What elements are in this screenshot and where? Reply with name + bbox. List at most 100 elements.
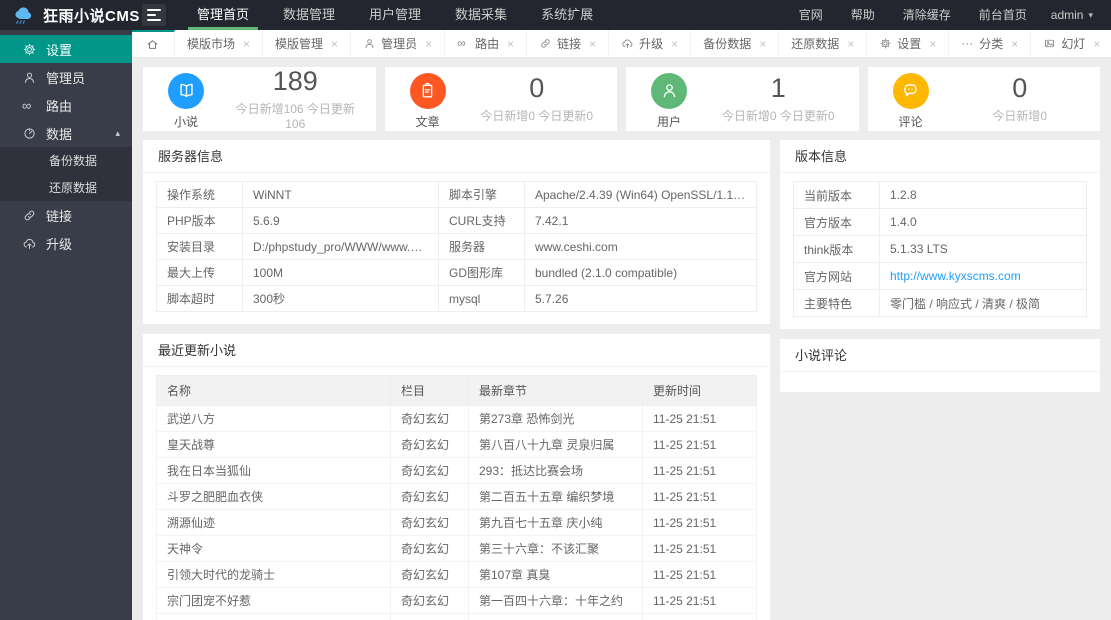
app-logo[interactable]: 狂雨小说CMS	[0, 4, 139, 26]
tab-close-icon[interactable]: ×	[507, 37, 514, 51]
sidebar-item-设置[interactable]: 设置	[0, 35, 132, 63]
top-right-item[interactable]: 帮助	[837, 0, 889, 30]
tab-管理员[interactable]: 管理员 ×	[351, 30, 446, 57]
server-info-table: 操作系统 WiNNT 脚本引擎 Apache/2.4.39 (Win64) OpenS…	[156, 181, 757, 312]
tab-分类[interactable]: ··· 分类 ×	[949, 30, 1032, 57]
novel-row: 宗门团宠不好惹 奇幻玄幻 第一百四十六章：十年之约 11-25 21:51	[156, 587, 757, 614]
tab-幻灯[interactable]: 幻灯 ×	[1031, 30, 1111, 57]
tab-close-icon[interactable]: ×	[929, 37, 936, 51]
stat-card-用户[interactable]: 用户 1 今日新增0 今日更新0	[626, 67, 859, 131]
novel-comments-panel: 小说评论	[780, 339, 1100, 392]
tab-close-icon[interactable]: ×	[671, 37, 678, 51]
info-label: 主要特色	[793, 289, 880, 317]
novel-latest-chapter: 第三十六章：不该汇聚	[468, 535, 643, 562]
tab-close-icon[interactable]: ×	[331, 37, 338, 51]
novel-title: 引领大时代的龙骑士	[156, 561, 391, 588]
info-label: 服务器	[438, 233, 525, 260]
home-icon	[146, 38, 160, 52]
stat-icon-block: 小说	[143, 69, 229, 130]
tab-备份数据[interactable]: 备份数据 ×	[691, 30, 780, 57]
sidebar-item-label: 路由	[46, 98, 73, 114]
top-right-item[interactable]: 前台首页	[965, 0, 1041, 30]
info-value: 5.1.33 LTS	[879, 235, 1087, 263]
tab-close-icon[interactable]: ×	[847, 37, 854, 51]
tab-设置[interactable]: 设置 ×	[867, 30, 950, 57]
version-info-row: 官方网站 http://www.kyxscms.com	[793, 262, 1087, 290]
tab-close-icon[interactable]: ×	[1093, 37, 1100, 51]
upload-icon	[22, 236, 37, 251]
stat-value-block: 0 今日新增0 今日更新0	[471, 74, 618, 123]
info-label: think版本	[793, 235, 880, 263]
version-info-row: think版本 5.1.33 LTS	[793, 235, 1087, 263]
info-label: 脚本超时	[156, 285, 243, 312]
tab-还原数据[interactable]: 还原数据 ×	[779, 30, 868, 57]
sidebar-item-路由[interactable]: ∞ 路由	[0, 91, 132, 119]
top-nav-item[interactable]: 数据采集	[438, 0, 524, 30]
sidebar-submenu: 备份数据还原数据	[0, 147, 132, 201]
top-nav-item[interactable]: 数据管理	[266, 0, 352, 30]
gear-icon	[879, 37, 892, 50]
novel-category: 奇幻玄幻	[390, 483, 469, 510]
tab-label: 设置	[897, 37, 922, 51]
sidebar-item-链接[interactable]: 链接	[0, 201, 132, 229]
sidebar-item-数据[interactable]: 数据 ▴	[0, 119, 132, 147]
novel-category: 奇幻玄幻	[390, 561, 469, 588]
tab-label: 幻灯	[1061, 37, 1086, 51]
novel-row: 我在日本当狐仙 奇幻玄幻 293：抵达比赛会场 11-25 21:51	[156, 457, 757, 484]
link-icon	[539, 37, 552, 50]
recent-novels-table: 名称 栏目 最新章节 更新时间 武逆八方 奇幻玄幻 第273章 恐怖剑光 11-25 21:5…	[156, 375, 757, 620]
gear-icon	[22, 42, 37, 57]
tab-升级[interactable]: 升级 ×	[609, 30, 692, 57]
stat-label: 小说	[173, 114, 198, 129]
info-value: 1.4.0	[879, 208, 1087, 236]
stat-label: 用户	[656, 114, 681, 129]
novel-title: 天神令	[156, 535, 391, 562]
novel-update-time: 11-25 21:51	[642, 561, 757, 588]
caret-down-icon: ▾	[1088, 9, 1093, 20]
novel-row: 引领大时代的龙骑士 奇幻玄幻 第107章 真臭 11-25 21:51	[156, 561, 757, 588]
stat-value-block: 189 今日新增106 今日更新106	[229, 67, 376, 131]
info-label: PHP版本	[156, 207, 243, 234]
tab-路由[interactable]: ∞ 路由 ×	[445, 30, 528, 57]
hamburger-menu-icon[interactable]	[142, 4, 166, 26]
tab-close-icon[interactable]: ×	[759, 37, 766, 51]
novel-latest-chapter: 第一百四十六章：十年之约	[468, 587, 643, 614]
top-nav-item[interactable]: 用户管理	[352, 0, 438, 30]
tab-close-icon[interactable]: ×	[425, 37, 432, 51]
top-nav-item[interactable]: 管理首页	[180, 0, 266, 30]
tab-close-icon[interactable]: ×	[243, 37, 250, 51]
server-info-panel: 服务器信息 操作系统 WiNNT 脚本引擎 Apache/2.4.39 (Win64)…	[143, 140, 770, 324]
user-menu[interactable]: admin ▾	[1041, 8, 1111, 22]
sidebar-subitem-label: 备份数据	[49, 154, 98, 168]
sidebar-item-升级[interactable]: 升级	[0, 229, 132, 257]
person-icon	[363, 37, 376, 50]
stat-card-文章[interactable]: 文章 0 今日新增0 今日更新0	[384, 67, 618, 131]
tab-模版管理[interactable]: 模版管理 ×	[263, 30, 352, 57]
clipboard-icon	[409, 72, 446, 109]
top-nav-item[interactable]: 系统扩展	[524, 0, 610, 30]
official-site-link[interactable]: http://www.kyxscms.com	[890, 269, 1021, 283]
tab-链接[interactable]: 链接 ×	[527, 30, 610, 57]
tab-close-icon[interactable]: ×	[1011, 37, 1018, 51]
stat-card-小说[interactable]: 小说 189 今日新增106 今日更新106	[143, 67, 376, 131]
server-info-row: 安装目录D:/phpstudy_pro/WWW/www.ceshi.com服务器…	[156, 233, 757, 260]
tab-home[interactable]	[132, 30, 175, 57]
novel-title: 我在日本当狐仙	[156, 457, 391, 484]
username: admin	[1050, 8, 1084, 22]
novel-update-time: 11-25 21:51	[642, 457, 757, 484]
sidebar-item-管理员[interactable]: 管理员	[0, 63, 132, 91]
info-label: 最大上传	[156, 259, 243, 286]
stat-card-评论[interactable]: 评论 0 今日新增0	[867, 67, 1100, 131]
top-right-item[interactable]: 清除缓存	[889, 0, 965, 30]
sidebar-item-label: 升级	[46, 236, 73, 252]
novel-row: 天神令 奇幻玄幻 第三十六章：不该汇聚 11-25 21:51	[156, 535, 757, 562]
tab-label: 升级	[639, 37, 664, 51]
tab-模版市场[interactable]: 模版市场 ×	[175, 30, 264, 57]
sidebar-subitem-还原数据[interactable]: 还原数据	[0, 174, 132, 201]
image-icon	[1043, 37, 1056, 50]
top-right-item[interactable]: 官网	[785, 0, 837, 30]
sidebar-subitem-备份数据[interactable]: 备份数据	[0, 147, 132, 174]
stat-icon-block: 评论	[868, 69, 954, 130]
sidebar-item-label: 数据	[46, 126, 73, 142]
tab-close-icon[interactable]: ×	[589, 37, 596, 51]
